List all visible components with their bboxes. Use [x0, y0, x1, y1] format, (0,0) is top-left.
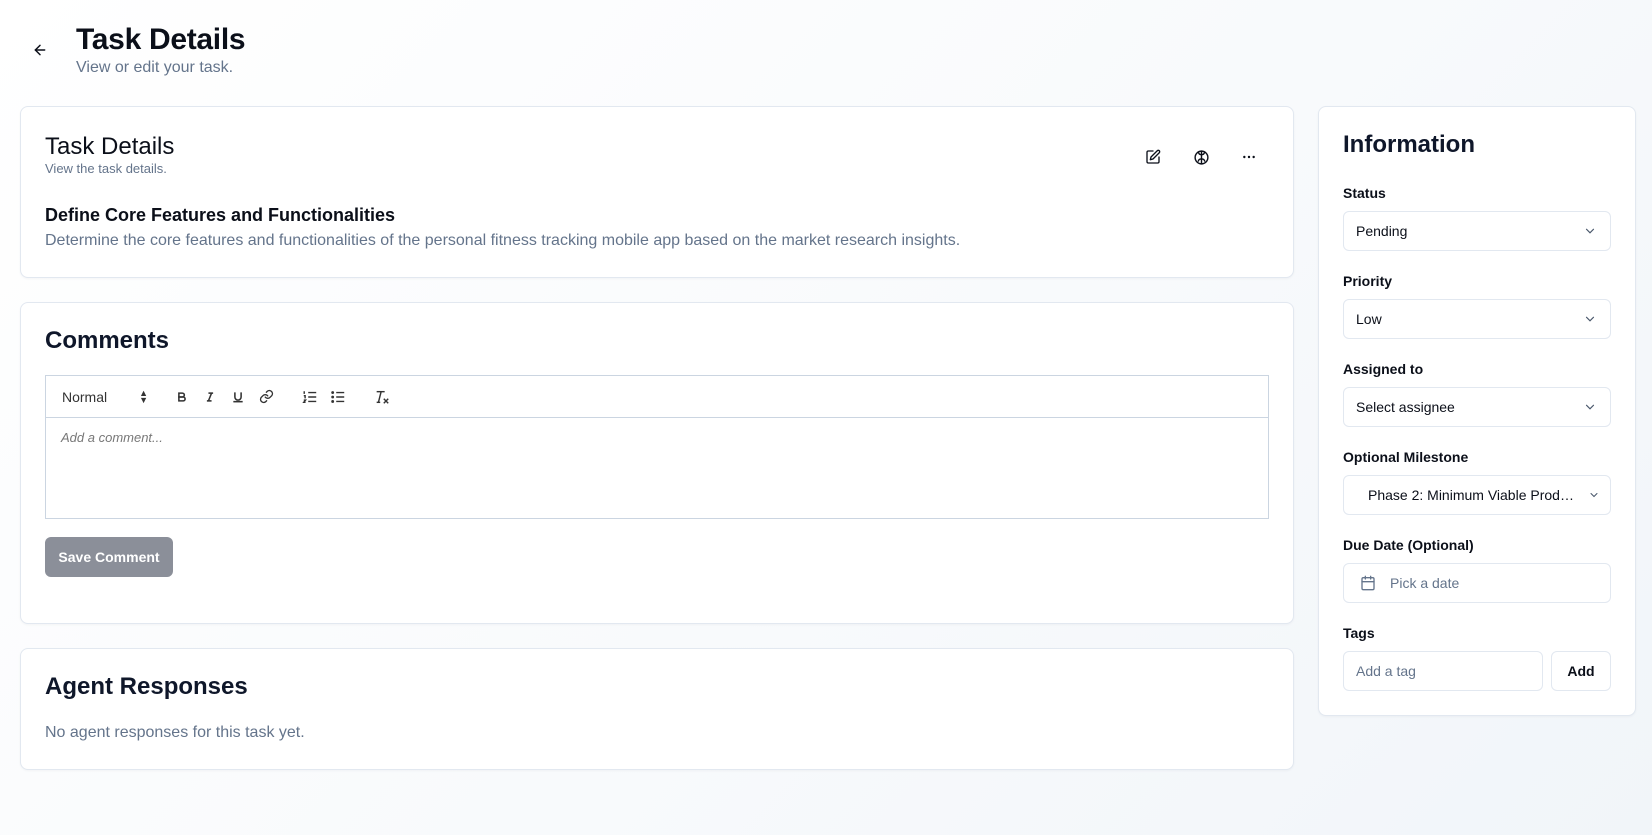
assignee-value: Select assignee — [1356, 399, 1455, 415]
more-options-button[interactable] — [1229, 139, 1269, 175]
underline-button[interactable] — [224, 385, 252, 409]
page-title: Task Details — [76, 23, 246, 56]
due-date-label: Due Date (Optional) — [1343, 537, 1474, 553]
link-icon — [259, 389, 273, 404]
ordered-list-icon — [302, 390, 317, 403]
ordered-list-button[interactable] — [296, 385, 324, 409]
comments-title: Comments — [45, 327, 170, 354]
task-details-card: Task Details View the task details. Defi… — [20, 106, 1294, 278]
task-details-title: Task Details — [45, 133, 175, 160]
due-date-picker[interactable]: Pick a date — [1343, 563, 1611, 603]
assigned-label: Assigned to — [1343, 361, 1424, 377]
more-horizontal-icon — [1243, 155, 1255, 159]
header-text: Task Details View or edit your task. — [76, 22, 246, 78]
edit-icon — [1146, 149, 1161, 164]
task-details-header: Task Details View the task details. — [45, 133, 174, 177]
status-label: Status — [1343, 185, 1386, 201]
agent-responses-card: Agent Responses No agent responses for t… — [20, 648, 1294, 770]
task-details-actions — [1133, 139, 1269, 175]
information-card: Information Status Pending Priority Low … — [1318, 106, 1636, 716]
comment-editor: Normal ▲ ▼ Add a comment... — [45, 375, 1269, 519]
add-tag-button[interactable]: Add — [1551, 651, 1611, 691]
milestone-select[interactable]: Phase 2: Minimum Viable Product... — [1343, 475, 1611, 515]
italic-button[interactable] — [196, 385, 224, 409]
bold-icon — [178, 391, 186, 402]
chevron-down-icon — [1582, 311, 1598, 327]
edit-task-button[interactable] — [1133, 139, 1173, 175]
comment-input[interactable]: Add a comment... — [46, 418, 1268, 518]
tags-label: Tags — [1343, 625, 1375, 641]
priority-label: Priority — [1343, 273, 1393, 289]
chevron-down-icon — [1582, 399, 1598, 415]
tag-input[interactable] — [1343, 651, 1543, 691]
milestone-value: Phase 2: Minimum Viable Product... — [1368, 487, 1580, 503]
comments-card: Comments Normal ▲ ▼ Add a comment... Sav… — [20, 302, 1294, 624]
agent-responses-title: Agent Responses — [45, 673, 248, 700]
bullet-list-icon — [331, 390, 345, 403]
calendar-icon — [1360, 575, 1376, 591]
underline-icon — [233, 391, 243, 402]
assignee-select[interactable]: Select assignee — [1343, 387, 1611, 427]
task-description: Determine the core features and function… — [45, 232, 961, 249]
ai-agent-button[interactable] — [1181, 139, 1221, 175]
chevron-down-icon — [1582, 223, 1598, 239]
text-format-select[interactable]: Normal ▲ ▼ — [62, 387, 152, 405]
brain-icon — [1193, 149, 1209, 165]
bullet-list-button[interactable] — [324, 385, 352, 409]
arrow-left-icon — [34, 44, 46, 56]
priority-select[interactable]: Low — [1343, 299, 1611, 339]
milestone-label: Optional Milestone — [1343, 449, 1469, 465]
page-header: Task Details View or edit your task. — [24, 22, 246, 78]
link-button[interactable] — [252, 385, 280, 409]
information-title: Information — [1343, 131, 1475, 158]
clear-format-icon — [376, 390, 389, 404]
italic-icon — [206, 391, 214, 402]
task-details-subtitle: View the task details. — [45, 161, 167, 176]
due-date-placeholder: Pick a date — [1390, 575, 1460, 591]
select-caret-icon: ▲ ▼ — [139, 387, 148, 405]
chevron-down-icon — [1586, 487, 1602, 503]
text-format-value: Normal — [62, 388, 108, 405]
task-name: Define Core Features and Functionalities — [45, 205, 396, 225]
save-comment-button[interactable]: Save Comment — [45, 537, 173, 577]
bold-button[interactable] — [168, 385, 196, 409]
priority-value: Low — [1356, 311, 1382, 327]
status-select[interactable]: Pending — [1343, 211, 1611, 251]
status-value: Pending — [1356, 223, 1408, 239]
editor-toolbar: Normal ▲ ▼ — [46, 376, 1268, 418]
page-subtitle: View or edit your task. — [76, 59, 234, 76]
agent-responses-empty-text: No agent responses for this task yet. — [45, 724, 305, 741]
back-button[interactable] — [24, 34, 56, 66]
clear-format-button[interactable] — [368, 385, 396, 409]
